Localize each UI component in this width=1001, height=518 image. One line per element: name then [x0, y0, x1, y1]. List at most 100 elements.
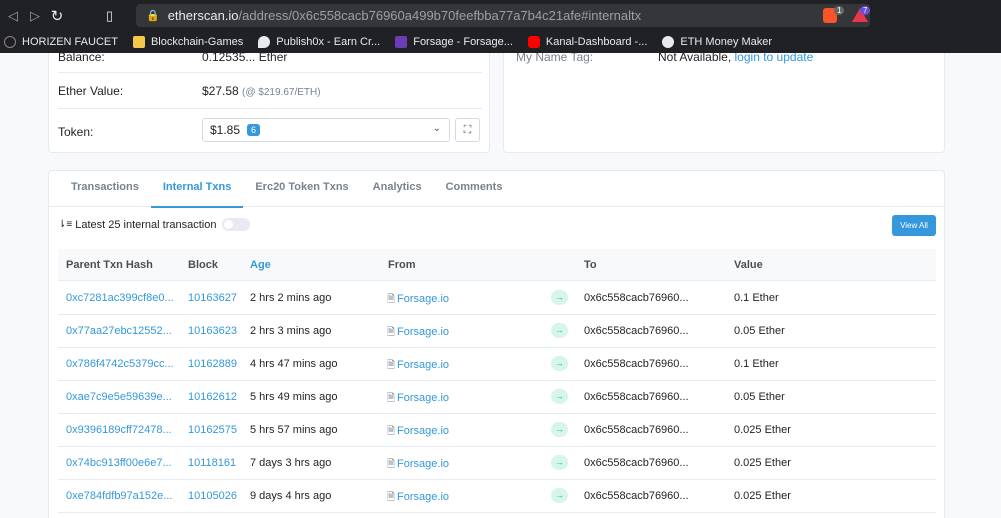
bookmarks-bar: HORIZEN FAUCET Blockchain-Games Publish0… — [0, 31, 1001, 53]
balance-label: Balance: — [58, 53, 105, 64]
divider — [58, 72, 482, 73]
parent-txn-hash-link[interactable]: 0xc7281ac399cf8e0... — [66, 292, 174, 304]
youtube-icon — [527, 36, 540, 48]
toggle-switch[interactable] — [222, 218, 251, 231]
tab-transactions[interactable]: Transactions — [59, 171, 151, 207]
sort-icon: ⇂≡ — [58, 219, 73, 230]
arrow-right-icon: → — [551, 488, 568, 503]
header-age[interactable]: Age — [250, 259, 271, 271]
parent-txn-hash-link[interactable]: 0x77aa27ebc12552... — [66, 325, 172, 337]
value-text: 0.1 Ether — [734, 358, 779, 370]
document-icon: 🗎 — [387, 360, 396, 371]
age-text: 9 days 4 hrs ago — [250, 490, 332, 502]
tab-analytics[interactable]: Analytics — [361, 171, 434, 207]
block-link[interactable]: 10163627 — [188, 292, 237, 304]
login-to-update-link[interactable]: login to update — [735, 53, 814, 64]
bookmark-publish0x[interactable]: Publish0x - Earn Cr... — [258, 36, 380, 48]
url-host: etherscan.io — [167, 8, 239, 23]
tab-bar: Transactions Internal Txns Erc20 Token T… — [49, 171, 946, 208]
block-link[interactable]: 10118161 — [188, 457, 236, 469]
ether-value: $27.58 (@ $219.67/ETH) — [202, 84, 321, 98]
token-dropdown[interactable]: $1.85 6 ⌄ — [202, 118, 450, 142]
table-row: 0x77aa27ebc12552... 10163623 2 hrs 3 mins … — [58, 315, 936, 348]
table-header: Parent Txn Hash Block Age From To Value — [58, 249, 936, 281]
chevron-down-icon: ⌄ — [432, 123, 441, 134]
parent-txn-hash-link[interactable]: 0x786f4742c5379cc... — [66, 358, 174, 370]
document-icon: 🗎 — [387, 294, 396, 305]
from-link[interactable]: Forsage.io — [397, 293, 449, 305]
table-row: 0xae7c9e5e59639e... 10162612 5 hrs 49 mins… — [58, 381, 936, 414]
bookmark-blockchain-games[interactable]: Blockchain-Games — [132, 36, 243, 48]
name-tag-label: My Name Tag: — [516, 53, 594, 64]
age-text: 4 hrs 47 mins ago — [250, 358, 338, 370]
block-link[interactable]: 10162575 — [188, 424, 237, 436]
token-count-badge: 6 — [247, 124, 261, 136]
table-row: 0x9396189cff72478... 10162575 5 hrs 57 min… — [58, 414, 936, 447]
parent-txn-hash-link[interactable]: 0x9396189cff72478... — [66, 424, 172, 436]
tab-erc20-token-txns[interactable]: Erc20 Token Txns — [243, 171, 360, 207]
token-label: Token: — [58, 125, 94, 139]
parent-txn-hash-link[interactable]: 0xae7c9e5e59639e... — [66, 391, 172, 403]
from-link[interactable]: Forsage.io — [397, 392, 449, 404]
document-icon: 🗎 — [387, 327, 396, 338]
view-all-button[interactable]: View All — [892, 215, 936, 236]
from-link[interactable]: Forsage.io — [397, 359, 449, 371]
arrow-right-icon: → — [551, 455, 568, 470]
back-icon[interactable]: ◁ — [2, 8, 24, 24]
from-cell: 🗎 Forsage.io — [387, 490, 449, 507]
age-text: 7 days 3 hrs ago — [250, 457, 332, 469]
age-text: 2 hrs 2 mins ago — [250, 292, 332, 304]
arrow-right-icon: → — [551, 389, 568, 404]
from-link[interactable]: Forsage.io — [397, 425, 449, 437]
document-icon: 🗎 — [387, 393, 396, 404]
url-path: /address/0x6c558cacb76960a499b70feefbba7… — [238, 8, 642, 23]
forward-icon[interactable]: ▷ — [24, 8, 46, 24]
from-cell: 🗎 Forsage.io — [387, 292, 449, 309]
document-icon: 🗎 — [387, 459, 396, 470]
to-address: 0x6c558cacb76960... — [584, 424, 689, 436]
bookmark-kanal-dashboard[interactable]: Kanal-Dashboard -... — [527, 36, 647, 48]
to-address: 0x6c558cacb76960... — [584, 325, 689, 337]
bookmark-horizen[interactable]: HORIZEN FAUCET — [4, 36, 118, 48]
header-parent-txn-hash: Parent Txn Hash — [66, 259, 153, 271]
to-address: 0x6c558cacb76960... — [584, 391, 689, 403]
drop-icon — [258, 36, 271, 48]
table-row: 0x74bc913ff00e6e7... 10118161 7 days 3 hrs… — [58, 447, 936, 480]
block-link[interactable]: 10163623 — [188, 325, 237, 337]
block-link[interactable]: 10105026 — [188, 490, 237, 502]
folder-icon — [132, 36, 145, 48]
from-link[interactable]: Forsage.io — [397, 491, 449, 503]
bookmark-forsage[interactable]: Forsage - Forsage... — [395, 36, 513, 48]
from-cell: 🗎 Forsage.io — [387, 424, 449, 441]
address-bar[interactable]: 🔒 etherscan.io/address/0x6c558cacb76960a… — [136, 4, 870, 27]
value-text: 0.025 Ether — [734, 424, 791, 436]
table-row: 0xc7281ac399cf8e0... 10163627 2 hrs 2 mins… — [58, 282, 936, 315]
from-link[interactable]: Forsage.io — [397, 326, 449, 338]
name-tag-value: Not Available, login to update — [658, 53, 813, 64]
forsage-icon — [395, 36, 408, 48]
arrow-right-icon: → — [551, 290, 568, 305]
parent-txn-hash-link[interactable]: 0x74bc913ff00e6e7... — [66, 457, 172, 469]
value-text: 0.025 Ether — [734, 490, 791, 502]
bookmark-icon[interactable]: ▯ — [106, 8, 122, 24]
tab-internal-txns[interactable]: Internal Txns — [150, 171, 244, 208]
value-text: 0.05 Ether — [734, 325, 785, 337]
arrow-right-icon: → — [551, 323, 568, 338]
globe-icon — [662, 36, 675, 48]
from-link[interactable]: Forsage.io — [397, 458, 449, 470]
ether-price: (@ $219.67/ETH) — [242, 87, 321, 98]
balance-value: 0.12535... Ether — [202, 53, 288, 64]
expand-icon[interactable]: ⛶ — [455, 118, 480, 142]
arrow-right-icon: → — [551, 356, 568, 371]
block-link[interactable]: 10162612 — [188, 391, 237, 403]
parent-txn-hash-link[interactable]: 0xe784fdfb97a152e... — [66, 490, 172, 502]
table-row: 0xe784fdfb97a152e... 10105026 9 days 4 hrs… — [58, 480, 936, 513]
from-cell: 🗎 Forsage.io — [387, 325, 449, 342]
bookmark-eth-money-maker[interactable]: ETH Money Maker — [662, 36, 772, 48]
to-address: 0x6c558cacb76960... — [584, 457, 689, 469]
latest-label: ⇂≡ Latest 25 internal transaction — [58, 218, 251, 231]
tab-comments[interactable]: Comments — [434, 171, 515, 207]
block-link[interactable]: 10162889 — [188, 358, 237, 370]
reload-icon[interactable]: ↻ — [46, 7, 68, 25]
ether-value-label: Ether Value: — [58, 84, 124, 98]
